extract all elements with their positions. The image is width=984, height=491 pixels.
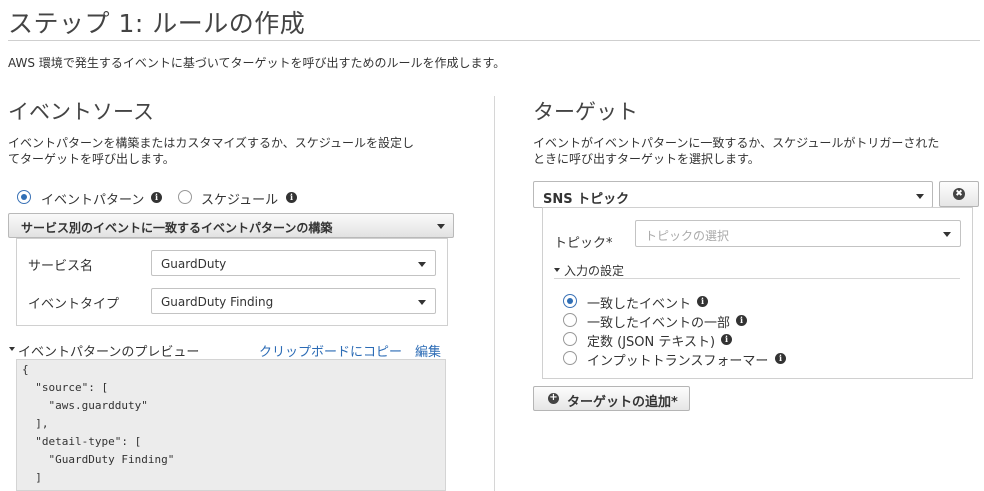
input-settings-divider xyxy=(554,278,960,279)
pattern-preview-label[interactable]: イベントパターンのプレビュー xyxy=(18,341,199,360)
code-line: "GuardDuty Finding" xyxy=(22,453,175,466)
collapse-caret-icon[interactable] xyxy=(9,347,15,351)
topic-placeholder: トピックの選択 xyxy=(645,229,730,243)
input-option-label[interactable]: 一致したイベント xyxy=(587,293,691,312)
chevron-down-icon xyxy=(943,232,951,237)
page-description: AWS 環境で発生するイベントに基づいてターゲットを呼び出すためのルールを作成し… xyxy=(8,56,506,70)
column-divider xyxy=(494,96,495,491)
collapse-caret-icon[interactable] xyxy=(554,268,560,272)
input-option-label[interactable]: インプットトランスフォーマー xyxy=(587,350,768,369)
add-target-button[interactable]: + ターゲットの追加* xyxy=(533,386,690,411)
add-target-label: ターゲットの追加* xyxy=(567,395,678,410)
code-line: ], xyxy=(22,417,49,430)
copy-to-clipboard-link[interactable]: クリップボードにコピー xyxy=(259,341,402,360)
event-pattern-info-icon[interactable]: i xyxy=(151,192,162,203)
target-heading: ターゲット xyxy=(533,100,638,124)
event-source-desc-line1: イベントパターンを構築またはカスタマイズするか、スケジュールを設定し xyxy=(8,136,414,150)
event-source-description: イベントパターンを構築またはカスタマイズするか、スケジュールを設定し てターゲッ… xyxy=(8,135,414,167)
target-description: イベントがイベントパターンに一致するか、スケジュールがトリガーされた ときに呼び… xyxy=(533,135,939,167)
event-pattern-radio-label[interactable]: イベントパターン xyxy=(41,189,144,208)
input-option-label[interactable]: 定数 (JSON テキスト) xyxy=(587,331,715,350)
schedule-radio[interactable] xyxy=(178,190,192,204)
chevron-down-icon xyxy=(916,194,924,199)
info-icon[interactable]: i xyxy=(775,353,786,364)
schedule-info-icon[interactable]: i xyxy=(286,192,297,203)
input-partial-event-radio[interactable] xyxy=(563,313,577,327)
topic-label: トピック* xyxy=(554,236,613,251)
event-pattern-preview-code: { "source": [ "aws.guardduty" ], "detail… xyxy=(16,359,446,491)
remove-target-button[interactable]: ✖ xyxy=(939,181,979,207)
page-title: ステップ 1: ルールの作成 xyxy=(8,9,306,38)
service-name-label: サービス名 xyxy=(28,259,94,274)
input-option-label[interactable]: 一致したイベントの一部 xyxy=(587,312,730,331)
input-settings-toggle[interactable]: 入力の設定 xyxy=(564,262,624,279)
add-icon: + xyxy=(548,392,559,404)
event-pattern-radio[interactable] xyxy=(17,190,31,204)
code-line: "detail-type": [ xyxy=(22,435,142,448)
target-type-value: SNS トピック xyxy=(543,192,630,207)
info-icon[interactable]: i xyxy=(736,315,747,326)
schedule-radio-label[interactable]: スケジュール xyxy=(201,189,278,208)
pattern-builder-dropdown[interactable]: サービス別のイベントに一致するイベントパターンの構築 xyxy=(8,213,454,238)
input-constant-json-radio[interactable] xyxy=(563,332,577,346)
input-transformer-radio[interactable] xyxy=(563,351,577,365)
input-matched-event-radio[interactable] xyxy=(563,294,577,308)
pattern-builder-label: サービス別のイベントに一致するイベントパターンの構築 xyxy=(21,221,333,235)
code-line: ] xyxy=(22,471,42,484)
code-line: { xyxy=(22,363,29,376)
code-line: "source": [ xyxy=(22,381,109,394)
chevron-down-icon xyxy=(418,300,426,305)
target-desc-line1: イベントがイベントパターンに一致するか、スケジュールがトリガーされた xyxy=(533,136,940,150)
event-type-value: GuardDuty Finding xyxy=(161,295,274,309)
title-divider xyxy=(8,40,980,41)
code-line: "aws.guardduty" xyxy=(22,399,148,412)
service-name-select[interactable]: GuardDuty xyxy=(151,250,436,276)
info-icon[interactable]: i xyxy=(697,296,708,307)
chevron-down-icon xyxy=(437,224,445,229)
event-source-desc-line2: てターゲットを呼び出します。 xyxy=(8,152,175,166)
event-type-label: イベントタイプ xyxy=(28,297,120,312)
edit-pattern-link[interactable]: 編集 xyxy=(415,341,441,360)
chevron-down-icon xyxy=(418,262,426,267)
event-type-select[interactable]: GuardDuty Finding xyxy=(151,288,436,314)
info-icon[interactable]: i xyxy=(721,334,732,345)
target-type-select[interactable]: SNS トピック xyxy=(533,181,933,208)
service-name-value: GuardDuty xyxy=(161,257,227,271)
remove-icon: ✖ xyxy=(953,188,965,200)
topic-select[interactable]: トピックの選択 xyxy=(635,220,961,247)
target-desc-line2: ときに呼び出すターゲットを選択します。 xyxy=(533,152,760,166)
event-source-heading: イベントソース xyxy=(8,100,154,124)
